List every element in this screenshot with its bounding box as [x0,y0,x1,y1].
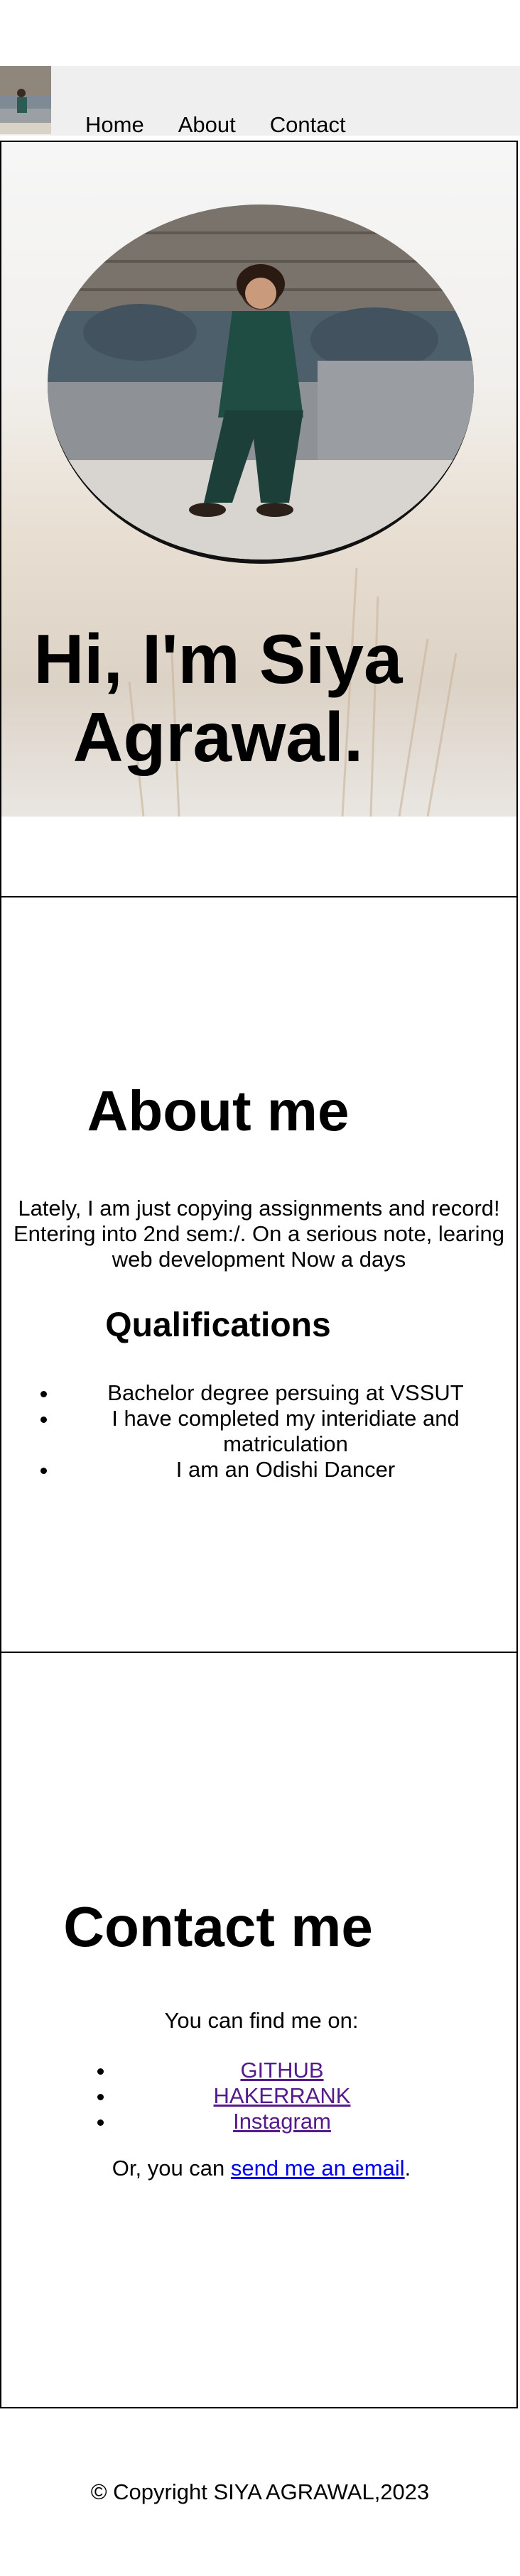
github-link[interactable]: GITHUB [240,2058,323,2083]
contact-find-text: You can find me on: [164,2008,359,2033]
site-header: Home About Contact [0,66,520,137]
contact-email-text: Or, you can send me an email. [1,2156,520,2181]
email-link[interactable]: send me an email [231,2156,405,2181]
hero-title-line1: Hi, I'm Siya [33,620,403,698]
contact-links-list: GITHUB HAKERRANK Instagram [94,2058,449,2134]
qualification-item: Bachelor degree persuing at VSSUT [58,1380,513,1406]
about-section: About me Lately, I am just copying assig… [0,896,518,1653]
hackerrank-link[interactable]: HAKERRANK [214,2083,351,2108]
home-section: Hi, I'm Siya Agrawal. [0,141,518,897]
contact-section: Contact me You can find me on: GITHUB HA… [0,1652,518,2408]
nav-link-contact[interactable]: Contact [270,113,346,137]
main-nav: Home About Contact [85,113,380,137]
hero-background: Hi, I'm Siya Agrawal. [1,142,516,817]
qualification-item: I am an Odishi Dancer [58,1457,513,1483]
contact-link-item: GITHUB [115,2058,449,2083]
nav-link-home[interactable]: Home [85,113,144,137]
qualifications-list: Bachelor degree persuing at VSSUT I have… [30,1380,513,1483]
contact-title: Contact me [63,1895,373,1958]
contact-link-item: HAKERRANK [115,2083,449,2109]
instagram-link[interactable]: Instagram [233,2109,331,2134]
profile-photo [48,204,474,564]
email-prefix: Or, you can [112,2156,231,2181]
footer-copyright: © Copyright SIYA AGRAWAL,2023 [90,2479,430,2504]
about-text: Lately, I am just copying assignments an… [13,1196,504,1272]
about-title: About me [87,1079,350,1142]
logo-image[interactable] [0,66,51,134]
hero-title: Hi, I'm Siya Agrawal. [1,620,435,776]
hero-title-line2: Agrawal. [72,698,364,776]
contact-link-item: Instagram [115,2109,449,2134]
qualifications-title: Qualifications [105,1306,331,1344]
nav-link-about[interactable]: About [178,113,236,137]
email-suffix: . [404,2156,411,2181]
qualification-item: I have completed my interidiate and matr… [58,1406,513,1457]
